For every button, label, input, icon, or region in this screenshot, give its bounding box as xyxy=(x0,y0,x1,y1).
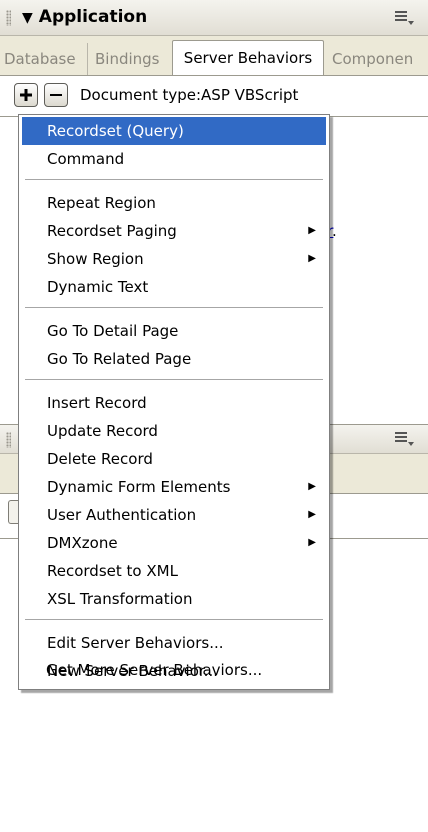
partial-period: . xyxy=(332,222,337,240)
menu-item-label: Get More Server Behaviors... xyxy=(46,661,263,679)
menu-separator xyxy=(25,179,323,181)
submenu-arrow-icon: ▶ xyxy=(308,253,316,264)
menu-separator xyxy=(25,379,323,381)
menu-item-update-record[interactable]: Update Record xyxy=(22,417,326,445)
menu-item-label: Recordset to XML xyxy=(47,562,178,580)
menu-separator xyxy=(25,619,323,621)
menu-item-label: DMXzone xyxy=(47,534,118,552)
add-server-behavior-button[interactable] xyxy=(14,83,38,107)
server-behaviors-toolbar: Document type:ASP VBScript xyxy=(0,76,428,116)
menu-item-label: Repeat Region xyxy=(47,194,156,212)
menu-item-label: Go To Related Page xyxy=(47,350,192,368)
menu-item-label: Dynamic Text xyxy=(47,278,149,296)
submenu-arrow-icon: ▶ xyxy=(308,225,316,236)
menu-item-show-region[interactable]: Show Region ▶ xyxy=(22,245,326,273)
menu-item-label: Command xyxy=(47,150,125,168)
menu-item-insert-record[interactable]: Insert Record xyxy=(22,389,326,417)
collapse-arrow-icon[interactable]: ▼ xyxy=(22,10,33,26)
menu-item-label: User Authentication xyxy=(47,506,197,524)
menu-item-recordset-paging[interactable]: Recordset Paging ▶ xyxy=(22,217,326,245)
document-type-label: Document type:ASP VBScript xyxy=(80,86,299,104)
submenu-arrow-icon: ▶ xyxy=(308,481,316,492)
menu-item-label: Recordset Paging xyxy=(47,222,177,240)
menu-item-delete-record[interactable]: Delete Record xyxy=(22,445,326,473)
menu-item-label: Insert Record xyxy=(47,394,147,412)
plus-icon xyxy=(20,89,32,101)
tab-bindings[interactable]: Bindings xyxy=(91,43,173,75)
second-panel-options-icon[interactable] xyxy=(394,431,414,447)
menu-item-label: Update Record xyxy=(47,422,158,440)
panel-tabs: Database Bindings Server Behaviors Compo… xyxy=(0,36,428,76)
tab-components[interactable]: Componen xyxy=(328,43,428,75)
application-window: ▼ Application Database Bindings Server Be… xyxy=(0,0,428,832)
panel-title-label: Application xyxy=(38,7,148,27)
menu-item-dmxzone[interactable]: DMXzone ▶ xyxy=(22,529,326,557)
submenu-arrow-icon: ▶ xyxy=(308,537,316,548)
menu-item-xsl-transformation[interactable]: XSL Transformation xyxy=(22,585,326,613)
menu-item-label: Delete Record xyxy=(47,450,153,468)
menu-item-label: XSL Transformation xyxy=(47,590,193,608)
menu-separator xyxy=(25,307,323,309)
menu-item-get-more-server-behaviors[interactable]: Get More Server Behaviors... xyxy=(21,656,325,684)
panel-grip-icon[interactable] xyxy=(6,10,11,26)
menu-item-label: Go To Detail Page xyxy=(47,322,179,340)
menu-item-go-to-related-page[interactable]: Go To Related Page xyxy=(22,345,326,373)
menu-item-label: Edit Server Behaviors... xyxy=(47,634,224,652)
menu-item-recordset-to-xml[interactable]: Recordset to XML xyxy=(22,557,326,585)
tab-server-behaviors[interactable]: Server Behaviors xyxy=(172,40,324,75)
tab-database[interactable]: Database xyxy=(0,43,88,75)
menu-item-dynamic-text[interactable]: Dynamic Text xyxy=(22,273,326,301)
menu-item-recordset-query[interactable]: Recordset (Query) xyxy=(22,117,326,145)
menu-item-dynamic-form-elements[interactable]: Dynamic Form Elements ▶ xyxy=(22,473,326,501)
menu-item-repeat-region[interactable]: Repeat Region xyxy=(22,189,326,217)
menu-item-label: Dynamic Form Elements xyxy=(47,478,231,496)
menu-item-label: Show Region xyxy=(47,250,144,268)
menu-item-label: Recordset (Query) xyxy=(47,122,184,140)
add-behavior-menu: Recordset (Query) Command Repeat Region … xyxy=(18,114,330,690)
remove-server-behavior-button[interactable] xyxy=(44,83,68,107)
submenu-arrow-icon: ▶ xyxy=(308,509,316,520)
application-panel-header[interactable]: ▼ Application xyxy=(0,0,428,36)
panel-options-icon[interactable] xyxy=(394,10,414,26)
second-panel-grip-icon[interactable] xyxy=(6,432,11,448)
menu-item-command[interactable]: Command xyxy=(22,145,326,173)
panel-title[interactable]: ▼ Application xyxy=(22,7,147,27)
minus-icon xyxy=(50,94,62,96)
menu-item-edit-server-behaviors[interactable]: Edit Server Behaviors... xyxy=(22,629,326,657)
menu-item-user-authentication[interactable]: User Authentication ▶ xyxy=(22,501,326,529)
menu-item-go-to-detail-page[interactable]: Go To Detail Page xyxy=(22,317,326,345)
